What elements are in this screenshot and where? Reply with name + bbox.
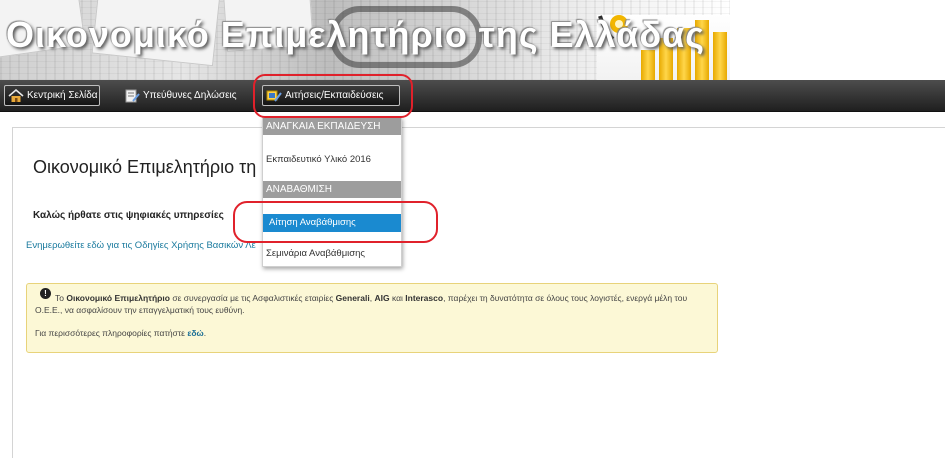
document-icon xyxy=(124,89,140,103)
main-navbar: Κεντρική Σελίδα Υπεύθυνες Δηλώσεις Αιτήσ… xyxy=(0,80,945,112)
nav-home-label: Κεντρική Σελίδα xyxy=(27,90,98,101)
dropdown-header-mandatory: ΑΝΑΓΚΑΙΑ ΕΚΠΑΙΔΕΥΣΗ xyxy=(263,118,401,135)
dropdown-header-upgrade: ΑΝΑΒΑΘΜΙΣΗ xyxy=(263,181,401,198)
home-icon xyxy=(8,88,24,103)
page-title: Οικονομικό Επιμελητήριο τη xyxy=(33,157,257,177)
nav-declarations-label: Υπεύθυνες Δηλώσεις xyxy=(143,90,237,101)
nav-home[interactable]: Κεντρική Σελίδα xyxy=(4,85,100,106)
more-info-link[interactable]: εδώ xyxy=(187,328,203,338)
insurance-notice: ! Το Οικονομικό Επιμελητήριο σε συνεργασ… xyxy=(26,283,718,353)
site-title: Οικονομικό Επιμελητήριο της Ελλάδας xyxy=(6,14,706,55)
menu-item-upgrade-seminars[interactable]: Σεμινάρια Αναβάθμισης xyxy=(263,245,401,263)
nav-declarations[interactable]: Υπεύθυνες Δηλώσεις xyxy=(124,85,237,106)
highlight-upgrade-request xyxy=(233,201,438,243)
header-banner: Οικονομικό Επιμελητήριο της Ελλάδας xyxy=(0,0,730,80)
welcome-text: Καλώς ήρθατε στις ψηφιακές υπηρεσίες xyxy=(33,210,224,221)
menu-item-training-material[interactable]: Εκπαιδευτικό Υλικό 2016 xyxy=(263,151,401,169)
instructions-link[interactable]: Ενημερωθείτε εδώ για τις Οδηγίες Χρήσης … xyxy=(26,240,256,251)
applications-dropdown: ΑΝΑΓΚΑΙΑ ΕΚΠΑΙΔΕΥΣΗ Εκπαιδευτικό Υλικό 2… xyxy=(262,117,402,267)
more-info-text: Για περισσότερες πληροφορίες πατήστε εδώ… xyxy=(35,328,207,338)
notice-text: Το Οικονομικό Επιμελητήριο σε συνεργασία… xyxy=(35,293,688,315)
highlight-nav-applications xyxy=(253,74,413,118)
